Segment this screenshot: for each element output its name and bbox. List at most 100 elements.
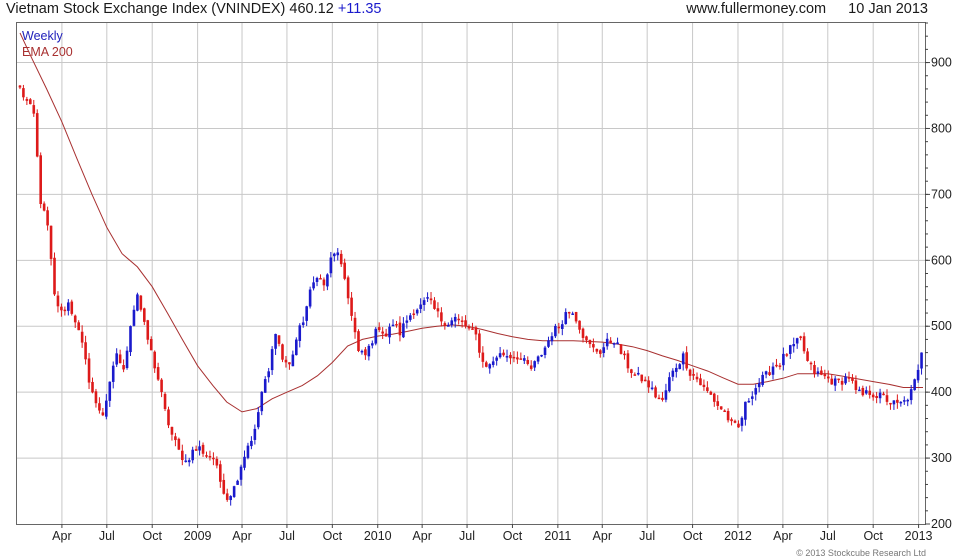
candle-body: [495, 357, 498, 361]
candle-body: [554, 325, 557, 337]
candle-body: [647, 380, 650, 388]
candle-body: [816, 371, 820, 374]
candle-body: [474, 327, 478, 335]
candle-body: [415, 309, 419, 314]
candle-body: [906, 399, 910, 402]
candle-body: [346, 277, 350, 299]
candle-body: [174, 436, 177, 441]
candle-body: [232, 486, 236, 497]
candle-body: [837, 378, 840, 381]
x-tick-label: Jul: [99, 529, 115, 543]
candle-body: [429, 298, 433, 301]
candle-body: [253, 428, 257, 440]
candle-body: [861, 387, 865, 396]
candle-body: [343, 262, 346, 279]
candle-body: [350, 297, 353, 316]
candle-body: [18, 85, 22, 88]
candle-body: [813, 365, 816, 375]
candle-body: [219, 464, 222, 482]
legend-ema: EMA 200: [22, 45, 73, 59]
candle-body: [308, 289, 312, 307]
candle-body: [315, 277, 319, 282]
candle-body: [291, 354, 295, 367]
candle-body: [744, 401, 747, 420]
candle-body: [775, 364, 778, 367]
candle-body: [522, 358, 526, 361]
candle-body: [630, 369, 633, 374]
candle-body: [125, 350, 129, 369]
candle-body: [101, 412, 105, 416]
candle-body: [67, 302, 70, 311]
candle-body: [94, 391, 98, 404]
candle-body: [519, 358, 523, 360]
candle-body: [339, 253, 343, 265]
y-tick-label: 200: [931, 517, 952, 531]
y-axis: 200 300 400 500 600 700 800 900: [925, 22, 952, 531]
candle-body: [481, 352, 485, 362]
candle-body: [750, 396, 754, 399]
x-tick-label: Apr: [593, 529, 612, 543]
candle-body: [585, 336, 588, 341]
candle-body: [595, 348, 599, 352]
candle-body: [367, 345, 371, 357]
candle-body: [654, 387, 657, 398]
candle-body: [471, 328, 474, 330]
candle-body: [236, 480, 239, 485]
candle-body: [243, 456, 246, 468]
y-tick-label: 700: [931, 187, 952, 201]
candle-body: [909, 389, 913, 401]
candle-body: [806, 351, 809, 361]
candle-body: [412, 313, 416, 316]
candle-body: [419, 304, 422, 309]
candle-body: [540, 354, 543, 357]
candle-body: [391, 324, 395, 327]
candle-body: [357, 331, 360, 352]
x-tick-label: Apr: [232, 529, 251, 543]
candle-body: [757, 383, 761, 388]
candle-body: [726, 410, 730, 421]
x-tick-label: 2010: [364, 529, 392, 543]
candle-body: [215, 458, 219, 466]
candle-body: [844, 376, 847, 384]
candle-body: [706, 387, 709, 391]
candle-body: [847, 377, 851, 379]
candle-body: [42, 203, 46, 211]
candle-body: [84, 342, 87, 360]
y-tick-label: 500: [931, 319, 952, 333]
candle-body: [619, 344, 623, 354]
candle-body: [802, 336, 806, 352]
candle-body: [899, 401, 903, 404]
candle-body: [132, 309, 136, 326]
candle-body: [136, 294, 139, 311]
candle-body: [329, 257, 333, 274]
candle-body: [295, 339, 298, 356]
candle-body: [208, 455, 212, 458]
candle-body: [301, 322, 305, 326]
candle-body: [864, 390, 868, 394]
candle-body: [384, 333, 388, 337]
candle-body: [360, 350, 364, 353]
candle-body: [830, 378, 834, 385]
candle-body: [785, 354, 789, 356]
candle-body: [91, 381, 94, 393]
x-tick-label: Oct: [503, 529, 523, 543]
candle-body: [716, 401, 720, 406]
candle-body: [453, 316, 457, 322]
candle-body: [668, 377, 671, 392]
candle-body: [609, 340, 612, 343]
candle-body: [29, 99, 32, 105]
candle-body: [536, 356, 540, 362]
candle-body: [377, 327, 381, 331]
candle-body: [263, 379, 267, 393]
candle-body: [433, 300, 436, 309]
x-tick-label: Apr: [773, 529, 792, 543]
candle-body: [560, 324, 564, 329]
candle-body: [184, 460, 188, 463]
candle-body: [712, 393, 716, 402]
candle-body: [63, 309, 67, 312]
candle-body: [681, 353, 685, 365]
candle-body: [398, 322, 402, 336]
candle-body: [105, 400, 108, 417]
candle-body: [146, 320, 150, 340]
candle-body: [771, 366, 775, 375]
